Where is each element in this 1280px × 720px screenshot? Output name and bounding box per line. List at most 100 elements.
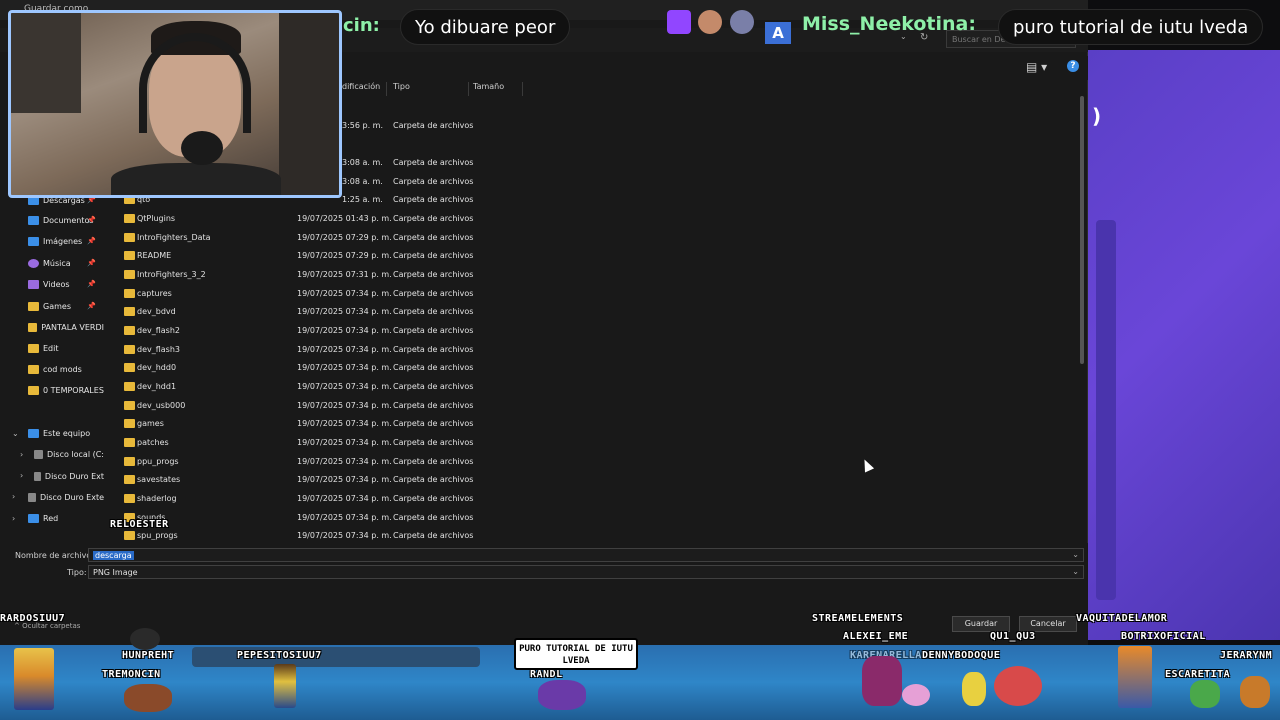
column-type[interactable]: Tipo (393, 82, 410, 91)
list-item[interactable]: spu_progs 19/07/2025 07:34 p. m. Carpeta d… (104, 527, 1084, 540)
type-label: Tipo: (67, 568, 87, 577)
list-item[interactable]: IntroFighters_Data 19/07/2025 07:29 p. m.… (104, 229, 1084, 247)
column-size[interactable]: Tamaño (473, 82, 504, 91)
nav-item-documents[interactable]: Documentos 📌 (0, 210, 104, 230)
file-date: 19/07/2025 07:34 p. m. (297, 363, 392, 372)
list-item[interactable]: ppu_progs 19/07/2025 07:34 p. m. Carpeta d… (104, 453, 1084, 471)
list-item[interactable]: savestates 19/07/2025 07:34 p. m. Carpeta … (104, 471, 1084, 489)
character-sprite (1118, 646, 1152, 708)
character-sprite (962, 672, 986, 706)
file-type: Carpeta de archivos (393, 457, 474, 466)
nav-label: PANTALA VERDI (41, 322, 104, 332)
column-separator[interactable] (386, 82, 387, 96)
column-separator[interactable] (468, 82, 469, 96)
file-name: dev_flash2 (137, 326, 181, 335)
nav-item-cod-mods[interactable]: cod mods (0, 359, 104, 379)
chat-message: Yo dibuare peor (400, 9, 571, 45)
help-icon[interactable]: ? (1067, 60, 1079, 72)
nav-item-this-pc[interactable]: Este equipo (0, 423, 104, 443)
nav-item-external-disk[interactable]: Disco Duro Ext (0, 466, 104, 486)
avatar (730, 10, 754, 34)
nav-item-local-disk[interactable]: Disco local (C: (0, 444, 104, 464)
file-date: 1:25 a. m. (342, 195, 383, 204)
file-name: savestates (137, 475, 181, 484)
viewer-name: ESCARETITA (1165, 669, 1231, 680)
list-item[interactable]: sounds 19/07/2025 07:34 p. m. Carpeta de a… (104, 509, 1084, 527)
file-date: 3:08 a. m. (342, 158, 383, 167)
file-date: 19/07/2025 07:29 p. m. (297, 251, 392, 260)
column-date[interactable]: dificación (342, 82, 380, 91)
drive-icon (34, 449, 44, 459)
nav-item-pantala[interactable]: PANTALA VERDI (0, 317, 104, 337)
list-item[interactable]: dev_flash3 19/07/2025 07:34 p. m. Carpeta … (104, 341, 1084, 359)
file-type: Carpeta de archivos (393, 251, 474, 260)
background-shelf (11, 13, 81, 113)
nav-item-images[interactable]: Imágenes 📌 (0, 231, 104, 251)
nav-item-videos[interactable]: Videos 📌 (0, 274, 104, 294)
chevron-down-icon[interactable]: ⌄ (1072, 550, 1079, 559)
folder-icon (124, 382, 135, 391)
folder-icon (124, 326, 135, 335)
nav-item-network[interactable]: Red (0, 508, 104, 528)
folder-icon (124, 233, 135, 242)
file-name: patches (137, 438, 169, 447)
chevron-down-icon[interactable]: ⌄ (1072, 567, 1079, 576)
list-item[interactable]: games 19/07/2025 07:34 p. m. Carpeta de ar… (104, 415, 1084, 433)
viewer-name: BOTRIXOFICIAL (1121, 631, 1206, 642)
character-sprite (994, 666, 1042, 706)
list-item[interactable]: QtPlugins 19/07/2025 01:43 p. m. Carpeta d… (104, 210, 1084, 228)
character-sprite (538, 680, 586, 710)
file-type: Carpeta de archivos (393, 233, 474, 242)
list-item[interactable]: README 19/07/2025 07:29 p. m. Carpeta de a… (104, 247, 1084, 265)
file-name: captures (137, 289, 172, 298)
list-item[interactable]: dev_flash2 19/07/2025 07:34 p. m. Carpeta … (104, 322, 1084, 340)
list-item[interactable]: patches 19/07/2025 07:34 p. m. Carpeta de … (104, 434, 1084, 452)
list-item[interactable]: dev_hdd1 19/07/2025 07:34 p. m. Carpeta de… (104, 378, 1084, 396)
view-options-icon[interactable]: ▤ ▾ (1026, 60, 1047, 74)
file-name: dev_usb000 (137, 401, 186, 410)
nav-item-edit[interactable]: Edit (0, 338, 104, 358)
list-item[interactable]: dev_hdd0 19/07/2025 07:34 p. m. Carpeta de… (104, 359, 1084, 377)
background-panel (1096, 220, 1116, 600)
folder-icon (28, 364, 39, 374)
list-item[interactable]: dev_bdvd 19/07/2025 07:34 p. m. Carpeta de… (104, 303, 1084, 321)
nav-item-games[interactable]: Games 📌 (0, 296, 104, 316)
column-separator[interactable] (522, 82, 523, 96)
headset-icon (139, 33, 251, 133)
viewer-name: RELOESTER (110, 519, 169, 530)
folder-icon (28, 301, 39, 311)
chat-username: Miss_Neekotina: (802, 13, 976, 35)
file-name: shaderlog (137, 494, 177, 503)
folder-icon (124, 457, 135, 466)
list-item[interactable]: IntroFighters_3_2 19/07/2025 07:31 p. m. C… (104, 266, 1084, 284)
vertical-scrollbar[interactable] (1080, 96, 1084, 364)
desktop-background (1088, 50, 1280, 640)
type-select[interactable]: PNG Image ⌄ (88, 565, 1084, 579)
nav-label: Red (43, 513, 59, 523)
file-name: dev_hdd0 (137, 363, 177, 372)
file-date: 19/07/2025 07:29 p. m. (297, 233, 392, 242)
list-item[interactable]: dev_usb000 19/07/2025 07:34 p. m. Carpeta … (104, 397, 1084, 415)
list-item[interactable]: shaderlog 19/07/2025 07:34 p. m. Carpeta d… (104, 490, 1084, 508)
nav-label: Este equipo (43, 428, 91, 438)
nav-label: 0 TEMPORALES (43, 385, 104, 395)
nav-label: Disco Duro Exte (39, 492, 104, 502)
nav-item-external-disk-2[interactable]: Disco Duro Exte (0, 487, 104, 507)
file-type: Carpeta de archivos (393, 401, 474, 410)
viewer-name: PEPESITOSIUU7 (237, 650, 322, 661)
save-button[interactable]: Guardar (952, 616, 1010, 632)
chat-username: cin: (343, 15, 380, 36)
sound-icon: ) (1092, 104, 1102, 128)
webcam-overlay (8, 10, 342, 198)
video-icon (28, 279, 39, 289)
cancel-button[interactable]: Cancelar (1019, 616, 1077, 632)
image-icon (28, 236, 39, 246)
nav-item-temporales[interactable]: 0 TEMPORALES (0, 380, 104, 400)
file-date: 19/07/2025 07:34 p. m. (297, 345, 392, 354)
streamer-shirt (111, 163, 281, 195)
twitch-icon (667, 10, 691, 34)
file-type: Carpeta de archivos (393, 345, 474, 354)
nav-item-music[interactable]: Música 📌 (0, 253, 104, 273)
list-item[interactable]: captures 19/07/2025 07:34 p. m. Carpeta de… (104, 285, 1084, 303)
filename-field[interactable]: descarga ⌄ (88, 548, 1084, 562)
